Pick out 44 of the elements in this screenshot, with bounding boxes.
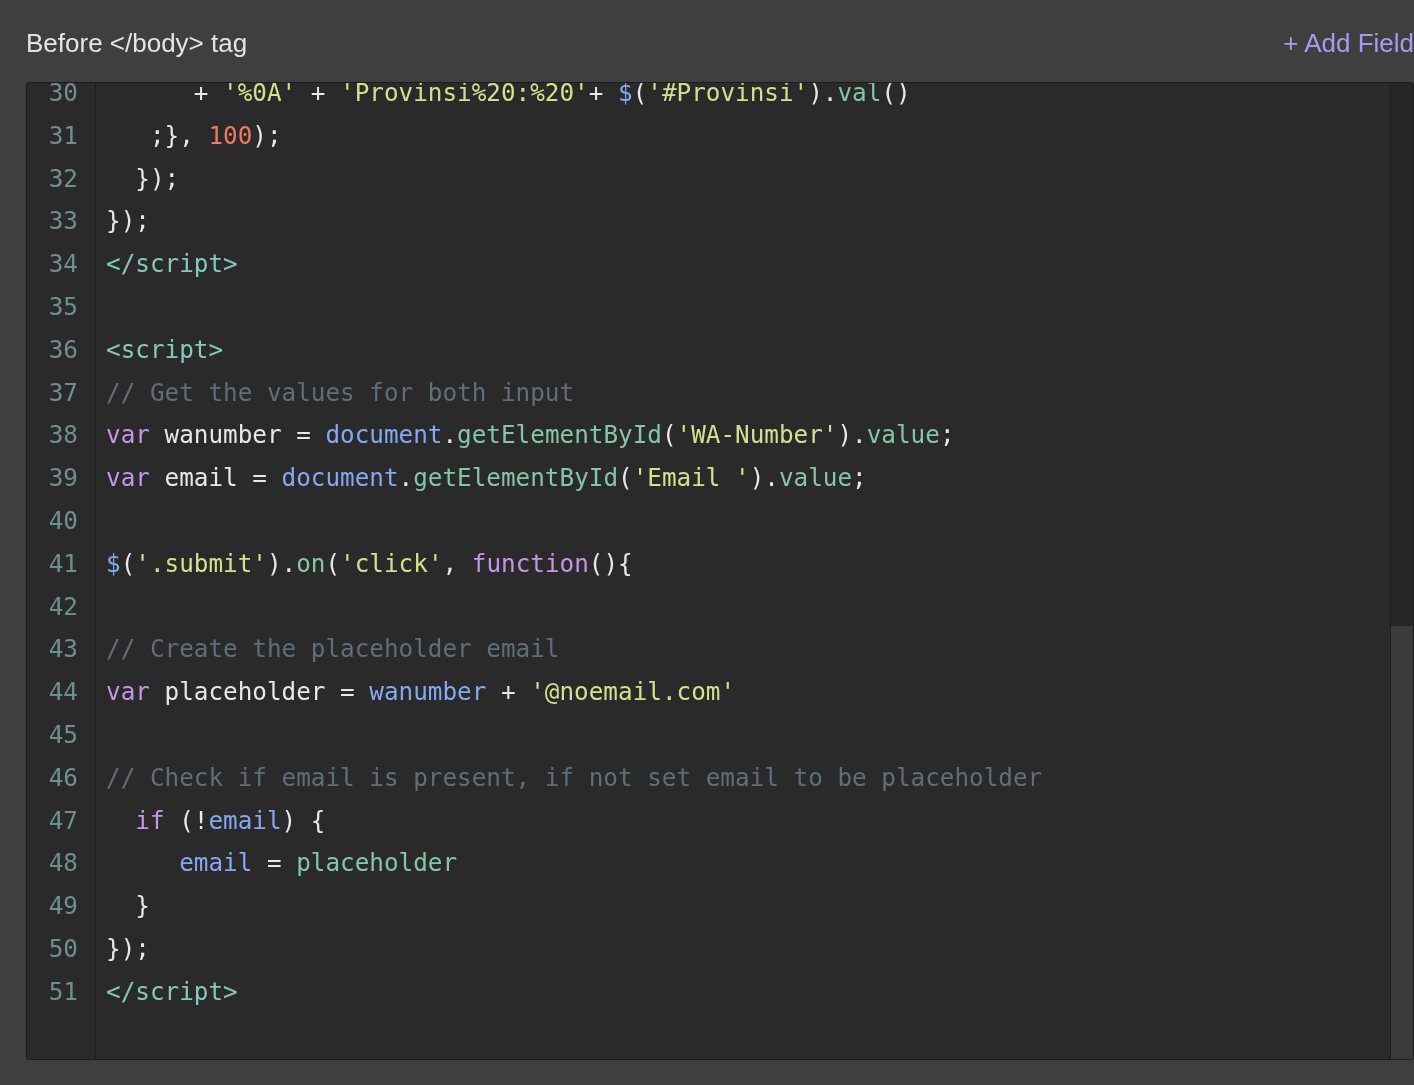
code-line: email = placeholder xyxy=(178,848,458,878)
code-line: var email = document.getElementById('Email ').value; xyxy=(106,463,867,493)
code-line: } xyxy=(134,891,150,921)
line-number: 35 xyxy=(48,292,78,321)
line-number: 44 xyxy=(48,677,78,707)
line-number: 51 xyxy=(48,976,78,1006)
scrollbar-thumb[interactable] xyxy=(1391,626,1413,1059)
code-line: // Get the values for both input xyxy=(106,377,575,407)
line-number: 43 xyxy=(48,634,78,664)
line-number: 48 xyxy=(48,848,78,878)
code-line: var wanumber = document.getElementById('WA-Number').value; xyxy=(106,420,955,450)
line-number: 38 xyxy=(48,420,78,450)
code-line: var placeholder = wanumber + '@noemail.com' xyxy=(106,677,736,707)
code-line: // Check if email is present, if not set email to be placeholder xyxy=(106,762,1043,792)
line-number: 42 xyxy=(48,591,78,621)
code-line: </script> xyxy=(106,249,238,279)
line-number: 41 xyxy=(48,548,78,578)
line-number: 33 xyxy=(48,206,78,236)
code-line: $('.submit').on('click', function(){ xyxy=(106,548,633,578)
section-title: Before </body> tag xyxy=(26,28,248,59)
line-number: 46 xyxy=(48,762,78,792)
code-line: }); xyxy=(134,163,180,193)
line-number: 34 xyxy=(48,249,78,279)
line-number: 45 xyxy=(48,719,78,749)
code-line: // Create the placeholder email xyxy=(106,634,560,664)
code-line: </script> xyxy=(106,976,238,1006)
line-number: 31 xyxy=(48,120,78,150)
line-number: 39 xyxy=(48,463,78,493)
line-number: 47 xyxy=(48,805,78,835)
line-number: 30 xyxy=(48,83,78,107)
code-line: if (!email) { xyxy=(134,805,326,835)
line-number: 50 xyxy=(48,933,78,963)
code-line: ;}, 100); xyxy=(148,120,282,150)
line-number: 37 xyxy=(48,377,78,407)
line-number: 32 xyxy=(48,163,78,193)
code-line: }); xyxy=(106,206,150,236)
code-line: }); xyxy=(106,933,150,963)
line-number: 36 xyxy=(48,334,78,364)
line-number: 49 xyxy=(48,891,78,921)
code-line: <script> xyxy=(106,334,224,364)
line-number: 40 xyxy=(48,505,78,535)
add-field-link[interactable]: + Add Field xyxy=(1283,28,1414,59)
code-line: + '%0A' + 'Provinsi%20:%20'+ $('#Provinsi').val() xyxy=(192,83,911,107)
code-editor[interactable] xyxy=(26,82,1414,1060)
